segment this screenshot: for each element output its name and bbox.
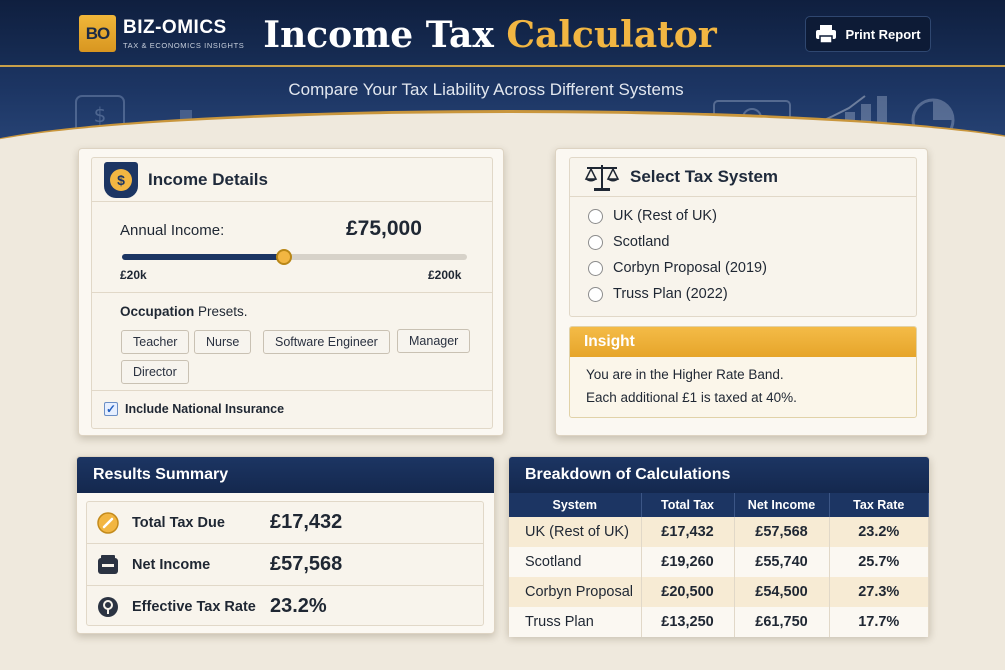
cell-tax-rate: 27.3%: [829, 577, 929, 607]
total-tax-value: £17,432: [270, 511, 343, 533]
breakdown-title: Breakdown of Calculations: [509, 457, 929, 493]
wallet-icon: [98, 554, 118, 574]
preset-director-button[interactable]: Director: [121, 360, 189, 384]
include-ni-row: ✓ Include National Insurance: [104, 402, 284, 416]
income-details-panel: $ Income Details Annual Income: £75,000 …: [91, 157, 493, 429]
option-uk-rest-label: UK (Rest of UK): [613, 208, 717, 224]
radio-corbyn[interactable]: [588, 260, 603, 276]
result-effective-rate-row: Effective Tax Rate 23.2%: [87, 586, 483, 627]
cell-net-income: £61,750: [734, 607, 830, 637]
income-details-header: $ Income Details: [92, 158, 492, 202]
column-header-system: System: [509, 493, 642, 517]
option-truss-label: Truss Plan (2022): [613, 286, 728, 302]
income-details-title: Income Details: [148, 169, 268, 189]
income-slider[interactable]: [122, 249, 467, 265]
column-header-total-tax: Total Tax: [641, 493, 735, 517]
occupation-presets-label: Occupation Presets.: [120, 304, 248, 319]
print-report-label: Print Report: [845, 26, 921, 42]
radio-uk-rest[interactable]: [588, 208, 603, 224]
results-summary-panel: Total Tax Due £17,432 Net Income £57,568…: [86, 501, 484, 626]
slider-min-label: £20k: [120, 268, 147, 282]
cell-total-tax: £19,260: [641, 547, 735, 577]
slider-max-label: £200k: [428, 268, 462, 282]
percent-icon: [98, 596, 118, 617]
insight-panel: Insight You are in the Higher Rate Band.…: [569, 326, 917, 418]
preset-nurse-button[interactable]: Nurse: [194, 330, 252, 354]
income-slider-thumb[interactable]: [276, 249, 293, 265]
effective-rate-label: Effective Tax Rate: [132, 598, 256, 615]
page-title-accent: Calculator: [506, 14, 717, 56]
preset-teacher-button[interactable]: Teacher: [121, 330, 190, 354]
effective-rate-value: 23.2%: [270, 595, 327, 617]
breakdown-table: System Total Tax Net Income Tax Rate UK …: [509, 493, 929, 637]
cell-net-income: £55,740: [734, 547, 830, 577]
cell-total-tax: £13,250: [641, 607, 735, 637]
annual-income-label: Annual Income:: [120, 222, 225, 239]
preset-software-engineer-button[interactable]: Software Engineer: [263, 330, 390, 354]
insight-line-1: You are in the Higher Rate Band.: [586, 367, 784, 382]
include-ni-checkbox[interactable]: ✓: [104, 402, 118, 416]
column-header-tax-rate: Tax Rate: [829, 493, 929, 517]
results-summary-title: Results Summary: [77, 457, 494, 493]
option-truss[interactable]: Truss Plan (2022): [588, 286, 728, 302]
ni-divider: [92, 390, 492, 391]
scales-icon: [584, 165, 620, 191]
cell-net-income: £54,500: [734, 577, 830, 607]
income-details-card: $ Income Details Annual Income: £75,000 …: [78, 148, 504, 436]
tax-system-title: Select Tax System: [630, 167, 779, 186]
tax-system-card: Select Tax System UK (Rest of UK) Scotla…: [555, 148, 928, 436]
option-uk-rest[interactable]: UK (Rest of UK): [588, 208, 717, 224]
results-summary-card: Results Summary Total Tax Due £17,432 Ne…: [76, 456, 495, 634]
preset-manager-button[interactable]: Manager: [397, 329, 471, 353]
cell-tax-rate: 17.7%: [829, 607, 929, 637]
header-banner: $ BO BIZ-OMICS TAX & ECONOMICS INSIGHTS …: [0, 0, 1005, 160]
include-ni-label: Include National Insurance: [125, 402, 285, 416]
print-report-button[interactable]: Print Report: [805, 16, 931, 52]
page-title-main: Income Tax: [263, 14, 494, 56]
table-row: Corbyn Proposal £20,500 £54,500 27.3%: [509, 577, 929, 607]
option-corbyn-label: Corbyn Proposal (2019): [613, 260, 767, 276]
tax-system-panel: Select Tax System UK (Rest of UK) Scotla…: [569, 157, 917, 317]
radio-truss[interactable]: [588, 286, 603, 302]
cell-system: Scotland: [509, 547, 642, 577]
cell-system: Corbyn Proposal: [509, 577, 642, 607]
table-row: Scotland £19,260 £55,740 25.7%: [509, 547, 929, 577]
breakdown-card: Breakdown of Calculations System Total T…: [508, 456, 930, 637]
svg-text:$: $: [94, 103, 107, 127]
insight-title: Insight: [570, 327, 916, 357]
page-subtitle: Compare Your Tax Liability Across Differ…: [288, 80, 684, 99]
table-row: Truss Plan £13,250 £61,750 17.7%: [509, 607, 929, 637]
cell-net-income: £57,568: [734, 517, 830, 547]
result-net-income-row: Net Income £57,568: [87, 544, 483, 585]
result-total-tax-row: Total Tax Due £17,432: [87, 502, 483, 543]
insight-line-2: Each additional £1 is taxed at 40%.: [586, 390, 797, 405]
annual-income-value: £75,000: [346, 217, 422, 240]
radio-scotland[interactable]: [588, 234, 603, 250]
income-divider: [92, 292, 492, 293]
dollar-icon: $: [104, 161, 138, 198]
option-corbyn[interactable]: Corbyn Proposal (2019): [588, 260, 767, 276]
cell-total-tax: £17,432: [641, 517, 735, 547]
cell-system: Truss Plan: [509, 607, 642, 637]
option-scotland-label: Scotland: [613, 234, 670, 250]
column-header-net-income: Net Income: [734, 493, 830, 517]
table-row: UK (Rest of UK) £17,432 £57,568 23.2%: [509, 517, 929, 547]
printer-icon: [816, 25, 837, 44]
breakdown-header-row: System Total Tax Net Income Tax Rate: [509, 493, 929, 517]
cell-system: UK (Rest of UK): [509, 517, 642, 547]
income-slider-fill: [122, 254, 285, 260]
tax-system-header: Select Tax System: [570, 158, 916, 197]
net-income-label: Net Income: [132, 556, 211, 573]
net-income-value: £57,568: [270, 553, 343, 575]
cell-total-tax: £20,500: [641, 577, 735, 607]
cell-tax-rate: 25.7%: [829, 547, 929, 577]
coin-icon: [97, 511, 119, 534]
option-scotland[interactable]: Scotland: [588, 234, 669, 250]
cell-tax-rate: 23.2%: [829, 517, 929, 547]
total-tax-label: Total Tax Due: [132, 514, 225, 531]
